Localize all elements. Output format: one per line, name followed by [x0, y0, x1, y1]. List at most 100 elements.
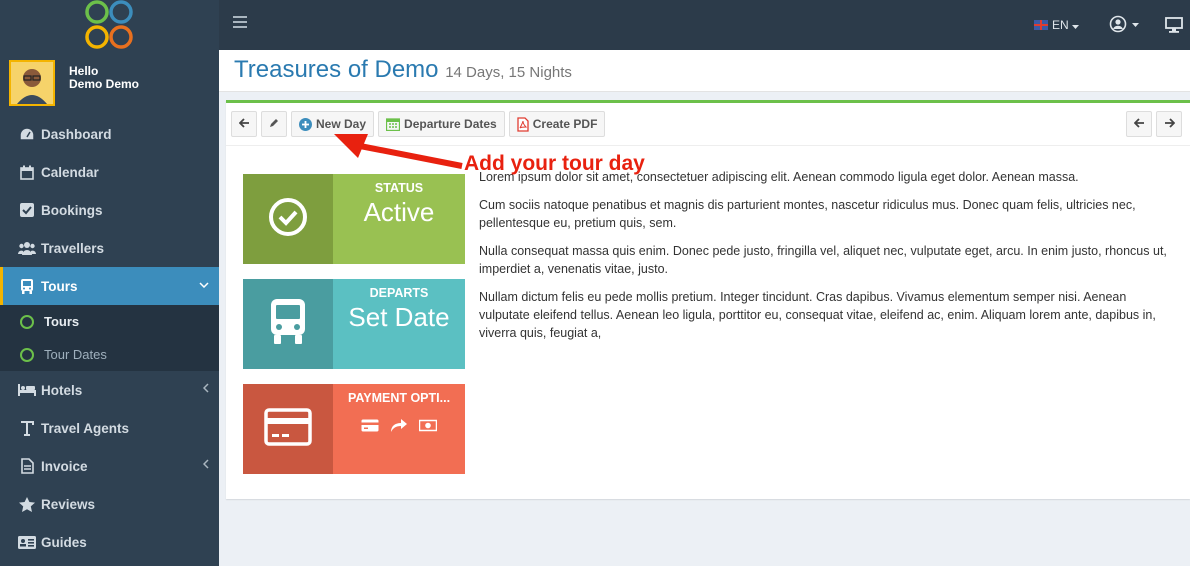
- page-subtitle: 14 Days, 15 Nights: [445, 64, 572, 81]
- monitor-icon[interactable]: [1165, 17, 1183, 38]
- payment-card-content: PAYMENT OPTI...: [333, 384, 465, 474]
- pager-buttons: [1126, 111, 1186, 137]
- calendar-icon: [18, 163, 36, 181]
- sidebar-item-dashboard[interactable]: Dashboard: [0, 115, 219, 153]
- sidebar-item-label: Hotels: [41, 382, 83, 398]
- info-cards: STATUS Active DEPARTS Set Date PAYMENT O…: [243, 174, 465, 489]
- circle-icon: [20, 314, 34, 329]
- annotation-label: Add your tour day: [464, 152, 645, 175]
- create-pdf-button[interactable]: Create PDF: [508, 111, 606, 137]
- submenu-item-tour-dates[interactable]: Tour Dates: [0, 338, 219, 371]
- brand-logo[interactable]: [84, 0, 136, 50]
- sidebar-item-calendar[interactable]: Calendar: [0, 153, 219, 191]
- sidebar-item-invoice[interactable]: Invoice: [0, 447, 219, 485]
- status-card-value: Active: [363, 197, 435, 227]
- language-selector[interactable]: EN: [1034, 18, 1079, 32]
- description-paragraph: Nulla consequat massa quis enim. Donec p…: [479, 244, 1167, 276]
- check-circle-icon: [267, 196, 309, 243]
- bus-icon: [18, 277, 36, 295]
- departs-card[interactable]: DEPARTS Set Date: [243, 279, 465, 369]
- user-menu[interactable]: [1109, 15, 1139, 38]
- dashboard-icon: [18, 125, 36, 143]
- sidebar-item-label: Dashboard: [41, 126, 112, 142]
- sidebar-item-reviews[interactable]: Reviews: [0, 485, 219, 523]
- avatar[interactable]: [9, 60, 55, 106]
- next-button[interactable]: [1156, 111, 1182, 137]
- sidebar-item-bookings[interactable]: Bookings: [0, 191, 219, 229]
- menu-toggle-icon[interactable]: [233, 16, 247, 31]
- submenu-item-label: Tour Dates: [44, 347, 107, 362]
- submenu-item-tours[interactable]: Tours: [0, 305, 219, 338]
- create-pdf-label: Create PDF: [532, 117, 598, 131]
- edit-button[interactable]: [261, 111, 287, 137]
- previous-button[interactable]: [1126, 111, 1152, 137]
- credit-card-icon: [264, 407, 312, 451]
- page-title-text: Treasures of Demo: [234, 56, 439, 83]
- sidebar-item-label: Guides: [41, 534, 87, 550]
- status-card-content: STATUS Active: [333, 174, 465, 264]
- sidebar-item-label: Travellers: [41, 240, 105, 256]
- departs-card-content: DEPARTS Set Date: [333, 279, 465, 369]
- circle-icon: [20, 347, 34, 362]
- pdf-file-icon: [517, 116, 529, 132]
- plus-circle-icon: [299, 117, 312, 131]
- chevron-left-icon: [202, 383, 209, 396]
- description-paragraph: Cum sociis natoque penatibus et magnis d…: [479, 198, 1136, 230]
- sidebar-item-travellers[interactable]: Travellers: [0, 229, 219, 267]
- payment-card[interactable]: PAYMENT OPTI...: [243, 384, 465, 474]
- credit-card-small-icon: [361, 419, 379, 437]
- status-card-icon-area: [243, 174, 333, 264]
- arrow-right-icon: [1164, 117, 1175, 131]
- sidebar: Hello Demo Demo Dashboard Calendar Booki…: [0, 0, 219, 566]
- caret-down-icon: [1071, 18, 1079, 32]
- sidebar-item-label: Tours: [41, 278, 78, 294]
- back-button[interactable]: [231, 111, 257, 137]
- check-square-icon: [18, 201, 36, 219]
- user-panel: Hello Demo Demo: [9, 60, 209, 106]
- sidebar-item-tours[interactable]: Tours: [0, 267, 219, 305]
- pencil-icon: [269, 117, 279, 131]
- description-paragraph: Nullam dictum felis eu pede mollis preti…: [479, 290, 1156, 340]
- sidebar-item-label: Travel Agents: [41, 420, 130, 436]
- bed-icon: [18, 381, 36, 399]
- submenu-item-label: Tours: [44, 314, 80, 329]
- user-greeting: Hello Demo Demo: [69, 65, 139, 91]
- sidebar-item-label: Reviews: [41, 496, 96, 512]
- status-card[interactable]: STATUS Active: [243, 174, 465, 264]
- page-header: Treasures of Demo 14 Days, 15 Nights: [219, 50, 1190, 92]
- bus-icon: [268, 298, 308, 350]
- sidebar-menu: Dashboard Calendar Bookings Travellers T…: [0, 115, 219, 561]
- arrow-left-icon: [238, 117, 250, 131]
- id-card-icon: [18, 533, 36, 551]
- share-arrow-icon: [391, 419, 407, 437]
- tours-submenu: Tours Tour Dates: [0, 305, 219, 371]
- payment-methods: [333, 419, 465, 437]
- status-card-label: STATUS: [374, 181, 424, 195]
- users-icon: [18, 239, 36, 257]
- cash-icon: [418, 419, 438, 437]
- departs-card-value: Set Date: [348, 302, 450, 332]
- page-title: Treasures of Demo 14 Days, 15 Nights: [234, 56, 572, 84]
- departs-card-label: DEPARTS: [369, 286, 429, 300]
- language-label: EN: [1052, 18, 1069, 32]
- sidebar-item-travel-agents[interactable]: Travel Agents: [0, 409, 219, 447]
- sidebar-item-label: Bookings: [41, 202, 103, 218]
- tour-description: Lorem ipsum dolor sit amet, consectetuer…: [479, 168, 1179, 352]
- departs-card-icon-area: [243, 279, 333, 369]
- sidebar-item-guides[interactable]: Guides: [0, 523, 219, 561]
- user-name: Demo Demo: [69, 77, 140, 91]
- sidebar-item-label: Calendar: [41, 164, 99, 180]
- uk-flag-icon: [1034, 20, 1048, 30]
- annotation-arrow: [334, 134, 463, 169]
- arrow-left-icon: [1133, 117, 1145, 131]
- chevron-left-icon: [202, 459, 209, 472]
- top-navbar: EN: [219, 0, 1190, 50]
- chevron-down-icon: [199, 279, 209, 291]
- sidebar-item-hotels[interactable]: Hotels: [0, 371, 219, 409]
- text-icon: [18, 419, 36, 437]
- payment-card-icon-area: [243, 384, 333, 474]
- file-icon: [18, 457, 36, 475]
- payment-card-label: PAYMENT OPTI...: [347, 391, 451, 405]
- star-icon: [18, 495, 36, 513]
- sidebar-item-label: Invoice: [41, 458, 88, 474]
